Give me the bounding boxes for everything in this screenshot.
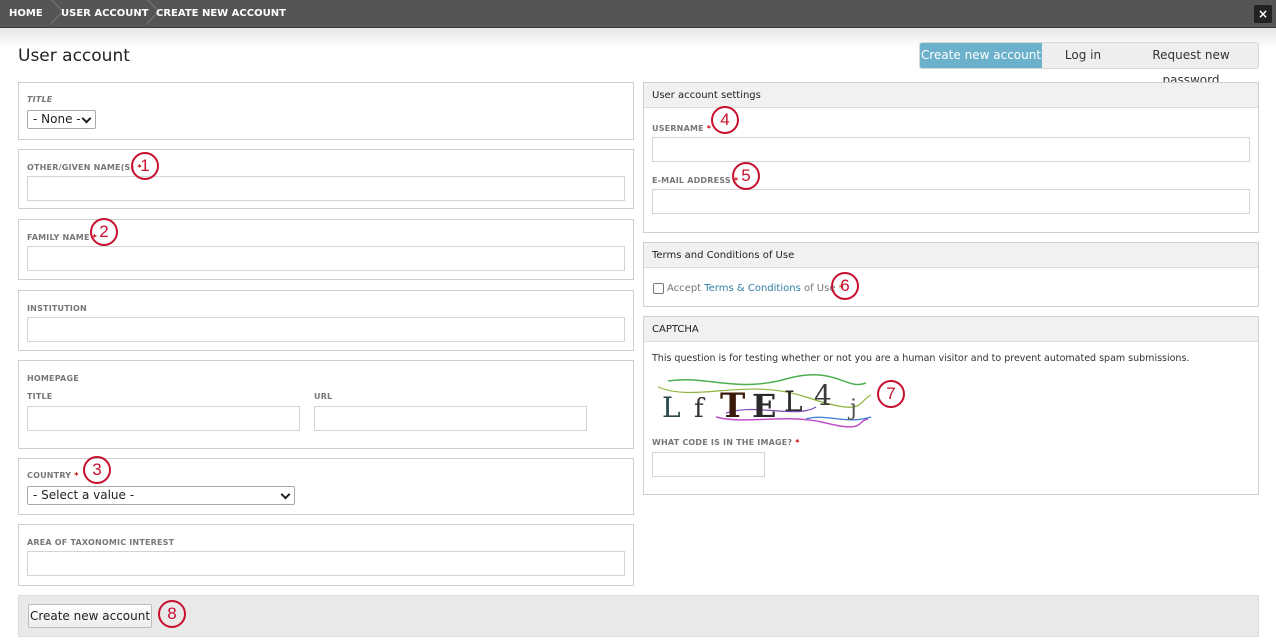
homepage-label: HOMEPAGE	[27, 374, 79, 383]
captcha-char: f	[694, 394, 706, 424]
email-input[interactable]	[652, 189, 1250, 214]
annotation-marker-5: 5	[732, 162, 760, 190]
institution-input[interactable]	[27, 317, 625, 342]
account-settings-heading: User account settings	[644, 83, 1258, 108]
given-name-input[interactable]	[27, 176, 625, 201]
chevron-down-icon	[280, 489, 291, 500]
taxonomic-interest-label: AREA OF TAXONOMIC INTEREST	[27, 538, 175, 547]
account-tabs: Create new account Log in Request new pa…	[919, 42, 1259, 87]
captcha-char: j	[847, 396, 857, 421]
username-input[interactable]	[652, 137, 1250, 162]
title-select-value: - None -	[33, 112, 81, 126]
breadcrumb-separator	[134, 0, 144, 28]
homepage-title-input[interactable]	[27, 406, 300, 431]
title-select[interactable]: - None -	[27, 110, 96, 129]
annotation-marker-1: 1	[131, 152, 159, 180]
institution-label: INSTITUTION	[27, 304, 87, 313]
tab-create-new-account[interactable]: Create new account	[920, 43, 1042, 68]
homepage-url-input[interactable]	[314, 406, 587, 431]
breadcrumb-separator	[38, 0, 48, 28]
breadcrumb-bar: HOME USER ACCOUNT CREATE NEW ACCOUNT ×	[0, 0, 1276, 28]
captcha-description: This question is for testing whether or …	[652, 353, 1190, 364]
country-select[interactable]: - Select a value -	[27, 486, 295, 505]
family-name-input[interactable]	[27, 246, 625, 271]
family-name-label: FAMILY NAME *	[27, 233, 98, 242]
email-label: E-MAIL ADDRESS *	[652, 176, 739, 185]
annotation-marker-8: 8	[158, 600, 186, 628]
tab-log-in[interactable]: Log in	[1046, 43, 1120, 68]
captcha-fieldset: CAPTCHA This question is for testing whe…	[643, 316, 1259, 495]
captcha-char: E	[752, 387, 776, 425]
captcha-image: L f T E L 4 j	[657, 374, 872, 428]
chevron-down-icon	[81, 113, 92, 124]
accept-terms-label: Accept Terms & Conditions of Use *	[667, 283, 844, 294]
username-label: USERNAME *	[652, 124, 712, 133]
taxonomic-interest-field-group: AREA OF TAXONOMIC INTEREST	[18, 524, 634, 586]
homepage-url-label: URL	[314, 392, 333, 401]
homepage-title-label: TITLE	[27, 392, 53, 401]
annotation-marker-3: 3	[83, 456, 111, 484]
given-name-field-group: OTHER/GIVEN NAME(S) *	[18, 149, 634, 209]
breadcrumb-create-new-account[interactable]: CREATE NEW ACCOUNT	[156, 0, 286, 28]
country-select-value: - Select a value -	[33, 488, 135, 502]
account-settings-fieldset: User account settings USERNAME * E-MAIL …	[643, 82, 1259, 233]
institution-field-group: INSTITUTION	[18, 290, 634, 351]
captcha-char: L	[784, 385, 803, 418]
tab-request-new-password[interactable]: Request new password	[1126, 43, 1256, 87]
annotation-marker-6: 6	[831, 272, 859, 300]
annotation-marker-2: 2	[90, 218, 118, 246]
close-icon[interactable]: ×	[1254, 5, 1272, 23]
captcha-heading: CAPTCHA	[644, 317, 1258, 342]
terms-fieldset: Terms and Conditions of Use Accept Terms…	[643, 242, 1259, 307]
title-field-group: TITLE - None -	[18, 82, 634, 140]
captcha-code-label: WHAT CODE IS IN THE IMAGE? *	[652, 438, 800, 447]
title-label: TITLE	[27, 95, 53, 104]
captcha-char: T	[720, 386, 745, 426]
captcha-char: L	[662, 391, 681, 424]
homepage-field-group: HOMEPAGE TITLE URL	[18, 360, 634, 449]
form-actions-bar: Create new account	[18, 595, 1259, 637]
terms-heading: Terms and Conditions of Use	[644, 243, 1258, 268]
accept-terms-checkbox[interactable]	[653, 283, 664, 294]
country-label: COUNTRY *	[27, 471, 79, 480]
given-name-label: OTHER/GIVEN NAME(S) *	[27, 163, 142, 172]
annotation-marker-4: 4	[711, 106, 739, 134]
terms-link[interactable]: Terms & Conditions	[704, 283, 801, 294]
create-new-account-button[interactable]: Create new account	[28, 604, 152, 628]
captcha-code-input[interactable]	[652, 452, 765, 477]
annotation-marker-7: 7	[877, 380, 905, 408]
page-title: User account	[18, 46, 130, 66]
taxonomic-interest-input[interactable]	[27, 551, 625, 576]
captcha-char: 4	[814, 379, 832, 412]
